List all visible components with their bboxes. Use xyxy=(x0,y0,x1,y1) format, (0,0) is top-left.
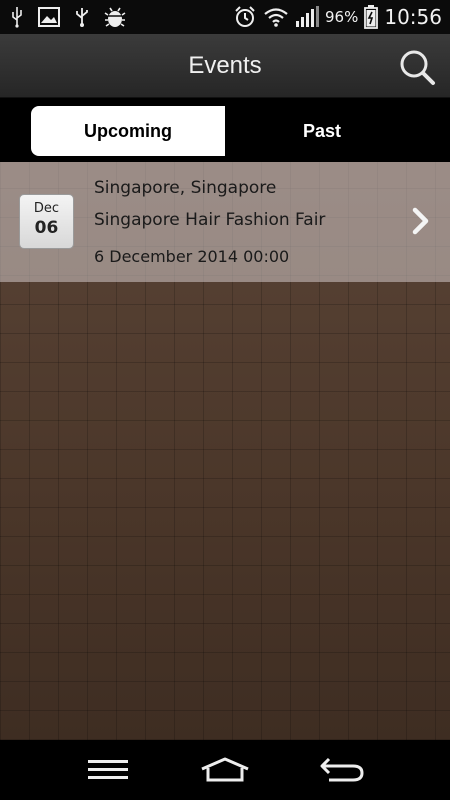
event-name: Singapore Hair Fashion Fair xyxy=(94,210,326,230)
clock: 10:56 xyxy=(384,5,442,29)
back-icon xyxy=(320,757,364,782)
battery-percent: 96% xyxy=(325,8,359,26)
date-day: 06 xyxy=(34,218,59,238)
home-button[interactable] xyxy=(195,750,255,790)
status-left-icons xyxy=(10,6,140,28)
tab-upcoming[interactable]: Upcoming xyxy=(31,106,225,156)
signal-icon xyxy=(295,6,320,28)
alarm-icon xyxy=(233,5,257,29)
tab-past[interactable]: Past xyxy=(225,106,419,156)
android-debug-icon xyxy=(104,6,126,28)
events-list: Dec 06 Singapore, Singapore Singapore Ha… xyxy=(0,162,450,740)
page-title: Events xyxy=(188,52,262,79)
usb-icon xyxy=(10,6,24,28)
home-icon xyxy=(201,757,249,782)
search-icon xyxy=(400,50,435,85)
usb-trident-icon xyxy=(74,6,90,28)
menu-icon xyxy=(88,760,129,779)
navigation-bar xyxy=(0,740,450,800)
date-month: Dec xyxy=(33,201,60,216)
status-bar: 96% 10:56 xyxy=(0,0,450,34)
search-button[interactable] xyxy=(396,46,438,88)
image-icon xyxy=(38,7,60,27)
event-location: Singapore, Singapore xyxy=(94,178,277,198)
app-header: Events xyxy=(0,34,450,98)
menu-button[interactable] xyxy=(78,750,138,790)
list-item[interactable]: Dec 06 Singapore, Singapore Singapore Ha… xyxy=(0,162,450,282)
event-datetime: 6 December 2014 00:00 xyxy=(94,247,290,266)
status-right-icons: 96% 10:56 xyxy=(227,5,442,29)
chevron-right-icon xyxy=(410,206,432,236)
wifi-icon xyxy=(263,7,289,27)
segmented-tabs: Upcoming Past xyxy=(0,98,450,162)
date-badge: Dec 06 xyxy=(19,194,74,249)
back-button[interactable] xyxy=(312,750,372,790)
battery-charging-icon xyxy=(364,5,379,29)
